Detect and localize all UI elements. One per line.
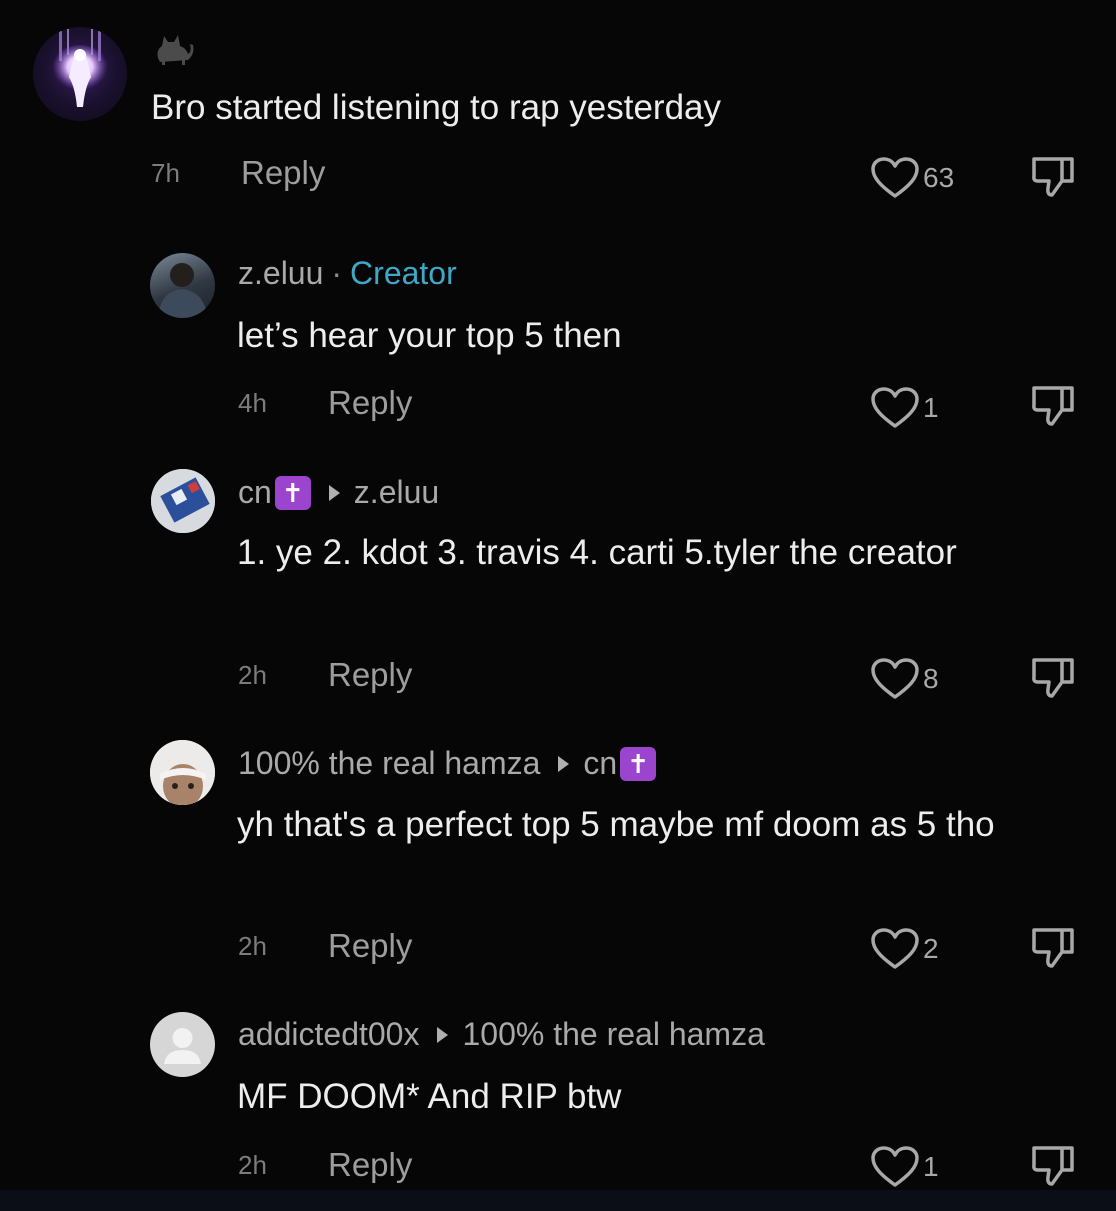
avatar[interactable] [150,253,215,318]
username[interactable]: 100% the real hamza [238,745,540,782]
username-row: 100% the real hamza cn ✝ [238,745,657,782]
like-count: 8 [923,663,939,694]
cross-badge-icon: ✝ [274,475,311,510]
thumbs-down-icon [1032,658,1074,698]
reply-to-username[interactable]: 100% the real hamza [462,1016,764,1053]
like-button[interactable]: 63 [869,156,954,200]
like-count: 2 [923,933,939,964]
comment-meta: 2h Reply [238,1146,412,1184]
person-photo-icon [150,740,215,805]
avatar[interactable] [151,469,215,533]
like-button[interactable]: 1 [869,386,939,430]
reply-button[interactable]: Reply [328,1146,412,1184]
comment-meta: 7h Reply [151,154,325,192]
username-row: cn ✝ z.eluu [238,474,439,511]
reply-arrow-icon [437,1026,449,1043]
username-row: z.eluu · Creator [238,255,457,292]
timestamp: 2h [238,1149,267,1180]
creator-badge: Creator [350,255,457,291]
reply-button[interactable]: Reply [328,927,412,965]
heart-icon [871,658,919,699]
thumbs-down-icon [1032,386,1074,426]
separator-dot: · [331,255,343,291]
comment-text: MF DOOM* And RIP btw [237,1077,622,1116]
reply-button[interactable]: Reply [241,154,325,192]
username-row [152,24,196,68]
reply-button[interactable]: Reply [328,384,412,422]
timestamp: 7h [151,157,180,188]
avatar[interactable] [33,27,127,121]
dislike-button[interactable] [1030,654,1076,705]
comment-text: Bro started listening to rap yesterday [151,88,722,127]
cat-icon [157,35,194,65]
comment-text: yh that's a perfect top 5 maybe mf doom … [237,805,995,844]
reply-arrow-icon [558,755,570,772]
like-button[interactable]: 8 [869,657,939,701]
reply-button[interactable]: Reply [328,656,412,694]
username[interactable]: cn [238,474,272,511]
heart-icon [871,387,919,428]
like-count: 1 [923,1151,939,1182]
comment-text: 1. ye 2. kdot 3. travis 4. carti 5.tyler… [237,533,957,572]
timestamp: 4h [238,387,267,418]
avatar[interactable] [150,740,215,805]
username[interactable]: z.eluu [238,255,323,292]
photo-icon [151,469,215,533]
glowing-figure-icon [52,29,108,107]
comment-meta: 2h Reply [238,927,412,965]
default-avatar-icon [164,1028,201,1064]
reply-to-username[interactable]: cn [583,745,617,782]
cross-badge-icon: ✝ [620,746,657,781]
heart-icon [871,157,919,198]
dislike-button[interactable] [1030,153,1076,204]
reply-to-username[interactable]: z.eluu [354,474,439,511]
heart-icon [871,928,919,969]
reply-arrow-icon [328,484,340,501]
like-button[interactable]: 1 [869,1145,939,1189]
dislike-button[interactable] [1030,382,1076,433]
like-count: 63 [923,162,955,193]
like-button[interactable]: 2 [869,927,939,971]
comment-meta: 4h Reply [238,384,412,422]
comments-section: Bro started listening to rap yesterday 7… [0,0,1116,1190]
timestamp: 2h [238,659,267,690]
comment-text: let’s hear your top 5 then [237,316,622,355]
dislike-button[interactable] [1030,1142,1076,1193]
thumbs-down-icon [1032,157,1074,197]
comment-meta: 2h Reply [238,656,412,694]
thumbs-down-icon [1032,928,1074,968]
person-photo-icon [158,263,208,318]
avatar[interactable] [150,1012,215,1077]
like-count: 1 [923,392,939,423]
thumbs-down-icon [1032,1146,1074,1186]
username-row: addictedt00x 100% the real hamza [238,1016,765,1053]
timestamp: 2h [238,930,267,961]
bottom-bar [0,1190,1116,1211]
dislike-button[interactable] [1030,924,1076,975]
heart-icon [871,1146,919,1187]
username[interactable]: addictedt00x [238,1016,419,1053]
